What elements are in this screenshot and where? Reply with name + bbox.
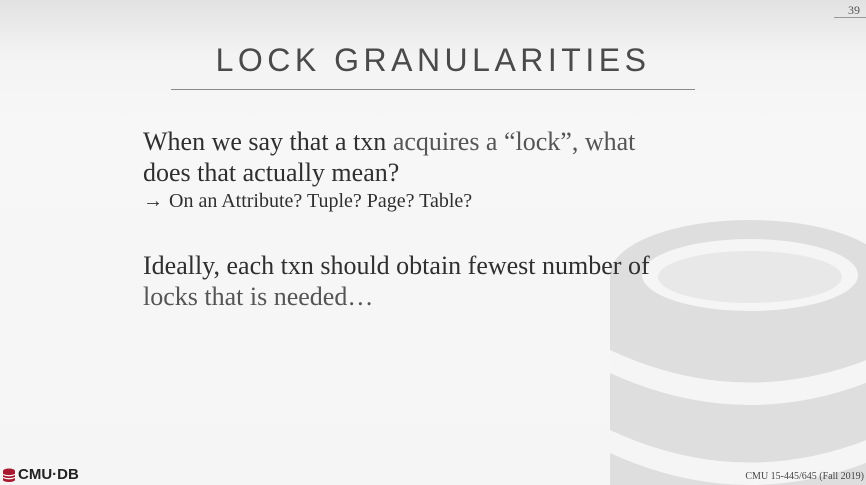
- bullet-2-text-b: locks that is needed…: [143, 282, 374, 311]
- bullet-fewest-locks: Ideally, each txn should obtain fewest n…: [143, 250, 743, 312]
- sub-bullet-granularity: → On an Attribute? Tuple? Page? Table?: [143, 188, 743, 214]
- slide-title: LOCK GRANULARITIES: [215, 42, 651, 78]
- cmu-db-logo: CMU·DB: [2, 466, 79, 483]
- arrow-icon: →: [143, 190, 163, 212]
- database-logo-icon: [2, 468, 16, 482]
- course-footer: CMU 15-445/645 (Fall 2019): [745, 471, 864, 482]
- bullet-2-text-a: Ideally, each txn should obtain fewest n…: [143, 251, 650, 280]
- bullet-1-text-a: When we say that a txn: [143, 127, 393, 156]
- title-divider: [171, 89, 695, 90]
- page-number-rule: [834, 17, 866, 18]
- sub-bullet-text: On an Attribute? Tuple? Page? Table?: [169, 190, 473, 212]
- logo-text: CMU·DB: [18, 466, 79, 483]
- bullet-1-text-b: acquires a “lock”, what: [392, 127, 636, 156]
- page-number: 39: [848, 3, 860, 17]
- bullet-1-text-c: does that actually mean?: [143, 158, 400, 187]
- slide-body: When we say that a txn acquires a “lock”…: [143, 126, 743, 312]
- bullet-lock-meaning: When we say that a txn acquires a “lock”…: [143, 126, 743, 188]
